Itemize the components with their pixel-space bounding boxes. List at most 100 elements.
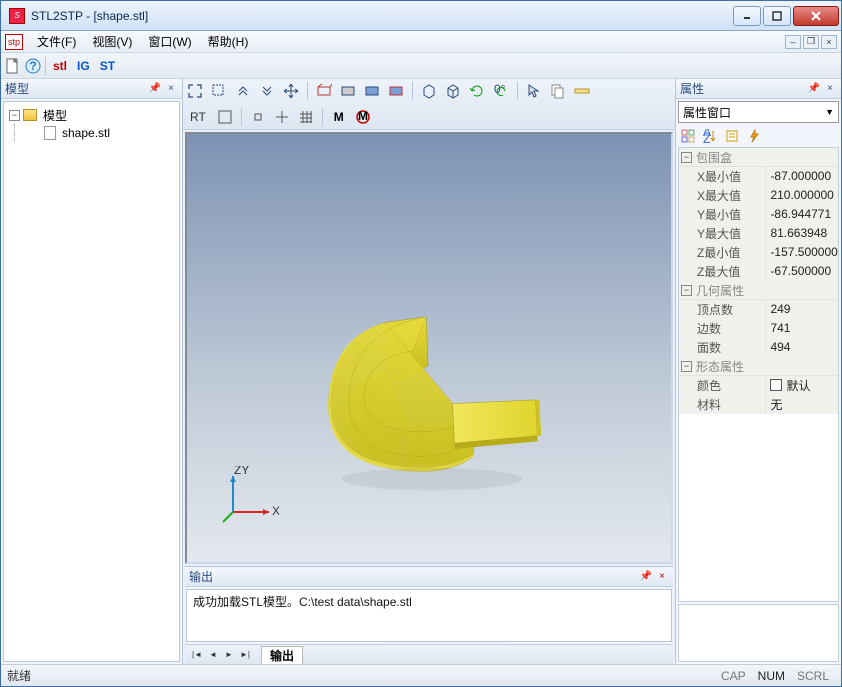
hidden-line-icon[interactable]	[340, 83, 356, 99]
prop-faces: 面数494	[679, 338, 838, 357]
format-st-button[interactable]: ST	[97, 59, 118, 73]
model-tree-header: 模型 📌 ×	[1, 79, 182, 99]
fit-all-icon[interactable]	[187, 83, 203, 99]
tab-next-icon[interactable]: ►	[222, 648, 236, 662]
format-stl-button[interactable]: stl	[50, 59, 70, 73]
properties-title: 属性	[680, 80, 704, 97]
pan-icon[interactable]	[283, 83, 299, 99]
category-shape[interactable]: −形态属性	[679, 357, 838, 376]
3d-viewport[interactable]: X ZY	[185, 132, 673, 564]
output-close-icon[interactable]: ×	[655, 570, 669, 584]
properties-object-select[interactable]: 属性窗口 ▼	[678, 101, 839, 123]
document-icon: stp	[5, 34, 23, 50]
tree-root-label: 模型	[41, 107, 69, 124]
prop-vertices: 顶点数249	[679, 300, 838, 319]
mode-m-toggle[interactable]: M	[331, 110, 347, 124]
svg-text:Z: Z	[703, 132, 710, 143]
categorize-icon[interactable]	[680, 128, 696, 144]
measure-icon[interactable]	[574, 83, 590, 99]
copy-icon[interactable]	[550, 83, 566, 99]
mdi-controls: – ❐ ×	[785, 35, 837, 49]
prop-xmin: X最小值-87.000000	[679, 167, 838, 186]
folder-icon	[23, 109, 37, 121]
window-title: STL2STP - [shape.stl]	[31, 9, 731, 23]
snap-mid-icon[interactable]	[274, 109, 290, 125]
center-area: 0° RT M M	[183, 79, 675, 664]
mode-m-circle-icon[interactable]: M	[355, 109, 371, 125]
grid-toggle-icon[interactable]	[217, 109, 233, 125]
prop-material: 材料无	[679, 395, 838, 414]
tree-collapse-icon[interactable]: −	[9, 110, 20, 121]
property-grid[interactable]: −包围盒 X最小值-87.000000 X最大值210.000000 Y最小值-…	[678, 147, 839, 602]
wireframe-icon[interactable]	[316, 83, 332, 99]
prop-color: 颜色默认	[679, 376, 838, 395]
snap-grid-icon[interactable]	[298, 109, 314, 125]
tree-root-row[interactable]: − 模型	[6, 106, 177, 124]
axis-gizmo: X ZY	[219, 466, 279, 526]
view-iso-icon[interactable]	[445, 83, 461, 99]
zoom-in-icon[interactable]	[235, 83, 251, 99]
tab-last-icon[interactable]: ►|	[238, 648, 252, 662]
output-log[interactable]: 成功加载STL模型。C:\test data\shape.stl	[186, 589, 672, 642]
help-icon[interactable]: ?	[25, 58, 41, 74]
main-toolbar: ? stl IG ST	[1, 53, 841, 79]
prop-edges: 边数741	[679, 319, 838, 338]
status-bar: 就绪 CAP NUM SCRL	[1, 664, 841, 686]
tab-first-icon[interactable]: |◄	[190, 648, 204, 662]
zoom-window-icon[interactable]	[211, 83, 227, 99]
menu-file[interactable]: 文件(F)	[29, 31, 84, 52]
svg-text:?: ?	[29, 59, 36, 73]
model-tree-panel: 模型 📌 × − 模型 shape.stl	[1, 79, 183, 664]
properties-toolbar: AZ	[678, 125, 839, 147]
output-tab[interactable]: 输出	[261, 646, 303, 664]
status-cap: CAP	[721, 669, 746, 683]
rotate-angle-icon[interactable]: 0°	[493, 83, 509, 99]
dropdown-arrow-icon: ▼	[825, 107, 834, 117]
output-pin-icon[interactable]: 📌	[639, 570, 653, 584]
zoom-out-icon[interactable]	[259, 83, 275, 99]
minimize-button[interactable]	[733, 6, 761, 26]
properties-pin-icon[interactable]: 📌	[807, 82, 821, 96]
format-ig-button[interactable]: IG	[74, 59, 93, 73]
mdi-restore-button[interactable]: ❐	[803, 35, 819, 49]
menu-help[interactable]: 帮助(H)	[200, 31, 257, 52]
maximize-button[interactable]	[763, 6, 791, 26]
model-tree[interactable]: − 模型 shape.stl	[3, 101, 180, 662]
snap-end-icon[interactable]	[250, 109, 266, 125]
shaded-icon[interactable]	[364, 83, 380, 99]
pages-icon[interactable]	[724, 128, 740, 144]
new-file-icon[interactable]	[5, 58, 21, 74]
shaded-edges-icon[interactable]	[388, 83, 404, 99]
tree-file-label: shape.stl	[60, 126, 112, 140]
mdi-minimize-button[interactable]: –	[785, 35, 801, 49]
menu-view[interactable]: 视图(V)	[84, 31, 140, 52]
realtime-toggle[interactable]: RT	[187, 110, 209, 124]
tab-prev-icon[interactable]: ◄	[206, 648, 220, 662]
category-bbox[interactable]: −包围盒	[679, 148, 838, 167]
status-scrl: SCRL	[797, 669, 829, 683]
sort-icon[interactable]: AZ	[702, 128, 718, 144]
prop-xmax: X最大值210.000000	[679, 186, 838, 205]
property-description	[678, 604, 839, 662]
menu-window[interactable]: 窗口(W)	[140, 31, 199, 52]
menu-bar: stp 文件(F) 视图(V) 窗口(W) 帮助(H) – ❐ ×	[1, 31, 841, 53]
mdi-close-button[interactable]: ×	[821, 35, 837, 49]
toolbar-separator	[45, 57, 46, 75]
prop-zmax: Z最大值-67.500000	[679, 262, 838, 281]
panel-close-icon[interactable]: ×	[164, 82, 178, 96]
close-button[interactable]	[793, 6, 839, 26]
output-panel: 输出 📌 × 成功加载STL模型。C:\test data\shape.stl …	[185, 566, 673, 664]
view-front-icon[interactable]	[421, 83, 437, 99]
output-tabbar: |◄ ◄ ► ►| 输出	[185, 644, 673, 664]
prop-zmin: Z最小值-157.500000	[679, 243, 838, 262]
properties-panel: 属性 📌 × 属性窗口 ▼ AZ −包围盒 X最小值-87.000000 X最大…	[675, 79, 841, 664]
select-icon[interactable]	[526, 83, 542, 99]
rotate-icon[interactable]	[469, 83, 485, 99]
category-geometry[interactable]: −几何属性	[679, 281, 838, 300]
properties-header: 属性 📌 ×	[676, 79, 841, 99]
pin-icon[interactable]: 📌	[148, 82, 162, 96]
tree-file-row[interactable]: shape.stl	[6, 124, 177, 142]
properties-close-icon[interactable]: ×	[823, 82, 837, 96]
prop-ymin: Y最小值-86.944771	[679, 205, 838, 224]
lightning-icon[interactable]	[746, 128, 762, 144]
